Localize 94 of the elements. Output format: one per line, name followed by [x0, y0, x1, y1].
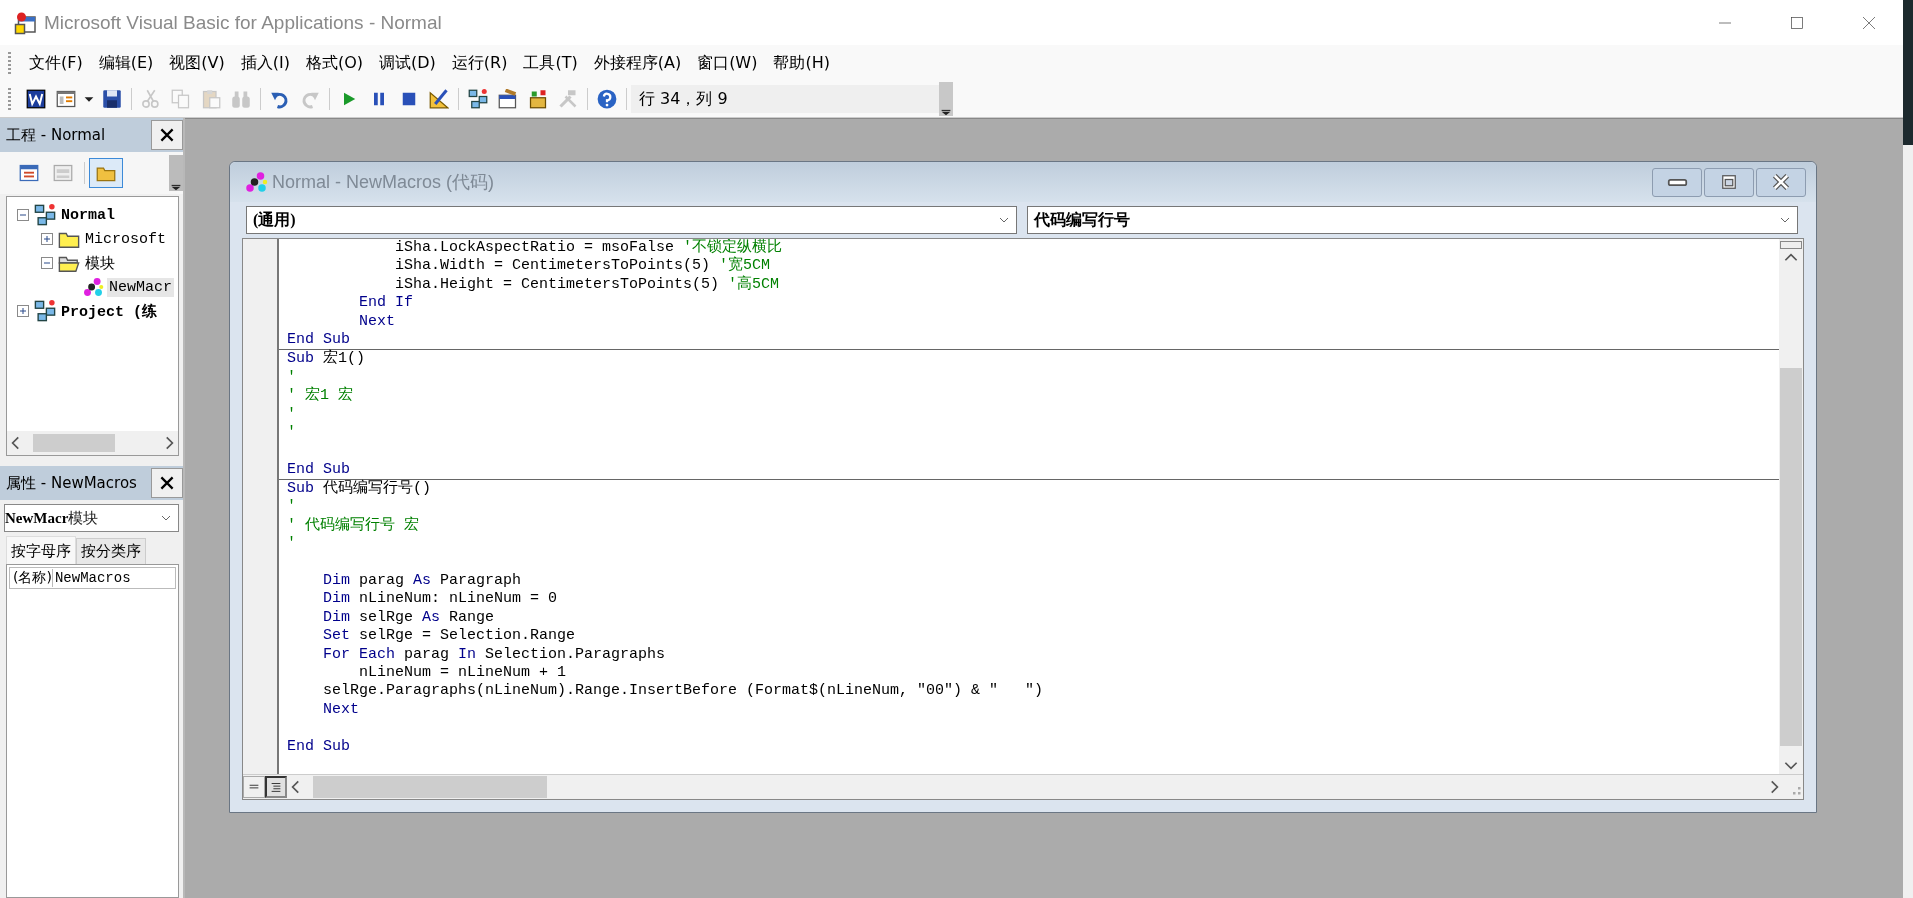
project-icon: [34, 204, 56, 226]
code-line: ': [287, 423, 297, 443]
menu-item[interactable]: 格式(O): [297, 52, 371, 74]
ruler-pencil-icon: [429, 89, 449, 109]
tree-item[interactable]: Project (练: [59, 300, 159, 322]
module-view-icon: [269, 780, 283, 794]
clipboard-icon: [201, 89, 221, 109]
shapes-box-icon: [528, 89, 548, 109]
code-line: End Sub: [287, 460, 351, 480]
code-line: End Sub: [287, 330, 351, 349]
menu-item[interactable]: 帮助(H): [765, 52, 838, 74]
window-title: Microsoft Visual Basic for Applications - Normal: [44, 11, 442, 34]
property-name: (名称): [10, 569, 53, 587]
code-line: ': [287, 368, 297, 388]
close-icon: [158, 474, 176, 492]
menu-item[interactable]: 窗口(W): [689, 52, 766, 74]
code-line: End Sub: [287, 737, 351, 756]
close-icon: [158, 126, 176, 144]
code-line: Dim parag As Paragraph: [322, 572, 523, 591]
property-value[interactable]: NewMacros: [52, 570, 131, 586]
tree-item[interactable]: Normal: [59, 205, 117, 225]
code-line: iSha.Height = CentimetersToPoints(5) '高5CM: [394, 275, 781, 295]
code-line: Set selRge = Selection.Range: [322, 627, 577, 646]
form-view-icon: [53, 163, 73, 183]
folder-button[interactable]: [89, 158, 123, 188]
close-icon: [1771, 172, 1791, 192]
object-combo[interactable]: (通用): [246, 206, 1017, 234]
menu-item[interactable]: 编辑(E): [90, 52, 162, 74]
cursor-position: 行 34，列 9: [631, 85, 939, 113]
minimize-icon: [1666, 178, 1688, 186]
binoculars-icon: [231, 89, 251, 109]
tree-item[interactable]: NewMacr: [107, 277, 174, 297]
restore-button[interactable]: [1704, 167, 1754, 197]
tree-icon: [468, 89, 488, 109]
code-line: Dim selRge As Range: [322, 608, 496, 628]
scrollbar-thumb[interactable]: [313, 776, 547, 798]
menu-item[interactable]: 外接程序(A): [585, 52, 690, 74]
save-icon: [102, 89, 122, 109]
tree-item[interactable]: Microsoft: [83, 229, 168, 249]
code-line: iSha.LockAspectRatio = msoFalse '不锁定纵横比: [394, 239, 784, 256]
code-line: selRge.Paragraphs(nLineNum).Range.InsertBefore (Format$(nLineNum, "00") & " "): [322, 682, 1045, 701]
restore-icon: [1719, 172, 1739, 192]
scrollbar-thumb[interactable]: [33, 434, 115, 452]
scissors-icon: [141, 89, 161, 109]
menu-item[interactable]: 插入(I): [232, 52, 298, 74]
expand-icon[interactable]: [39, 231, 55, 247]
object-dropdown[interactable]: NewMacr模块: [4, 504, 179, 532]
menu-item[interactable]: 调试(D): [371, 52, 444, 74]
menu-item[interactable]: 视图(V): [161, 52, 233, 74]
module-icon: [82, 276, 104, 298]
panel-title: 属性 - NewMacros: [6, 473, 137, 493]
code-line: For Each parag In Selection.Paragraphs: [322, 645, 667, 664]
tree-item[interactable]: 模块: [83, 252, 117, 274]
project-icon: [34, 300, 56, 322]
properties-icon: [498, 89, 518, 109]
menu-item[interactable]: 运行(R): [443, 52, 516, 74]
word-icon: [26, 89, 46, 109]
module-icon: [244, 170, 268, 194]
code-line: nLineNum = nLineNum + 1: [358, 664, 568, 683]
collapse-icon[interactable]: [39, 255, 55, 271]
close-button[interactable]: [151, 120, 183, 150]
window-title: Normal - NewMacros (代码): [272, 171, 494, 194]
code-line: iSha.Width = CentimetersToPoints(5) '宽5CM: [394, 257, 772, 275]
tools-icon: [558, 89, 578, 109]
window-icon: [56, 89, 76, 109]
maximize-button[interactable]: [1789, 14, 1805, 31]
copy-icon: [171, 89, 191, 109]
tab[interactable]: 按分类序: [76, 538, 146, 564]
collapse-icon[interactable]: [15, 207, 31, 223]
module-view-button[interactable]: [265, 776, 287, 798]
close-button[interactable]: [151, 468, 183, 498]
scrollbar-thumb[interactable]: [1780, 368, 1802, 746]
expand-icon[interactable]: [15, 303, 31, 319]
menu-item[interactable]: 文件(F): [21, 52, 91, 74]
minimize-button[interactable]: [1652, 167, 1702, 197]
procedure-combo[interactable]: 代码编写行号: [1027, 206, 1798, 234]
menu-item[interactable]: 工具(T): [515, 52, 586, 74]
app-icon: [14, 10, 38, 35]
code-line: ' 宏1 宏: [287, 387, 354, 406]
tab[interactable]: 按字母序: [6, 536, 76, 564]
code-line: End If: [358, 294, 415, 313]
code-line: Sub 代码编写行号(): [287, 480, 433, 499]
code-view-icon: [19, 163, 39, 183]
code-line: Sub 宏1(): [287, 350, 367, 369]
panel-title: 工程 - Normal: [6, 125, 106, 145]
code-line: Next: [358, 312, 397, 331]
code-line: Dim nLineNum: nLineNum = 0: [322, 590, 559, 609]
code-line: Next: [322, 700, 360, 720]
code-line: ': [287, 535, 297, 554]
split-bar[interactable]: [1780, 241, 1802, 249]
help-icon: [597, 89, 617, 109]
code-line: ': [287, 405, 297, 424]
code-line: ' 代码编写行号 宏: [287, 516, 420, 536]
code-line: ': [287, 498, 297, 517]
